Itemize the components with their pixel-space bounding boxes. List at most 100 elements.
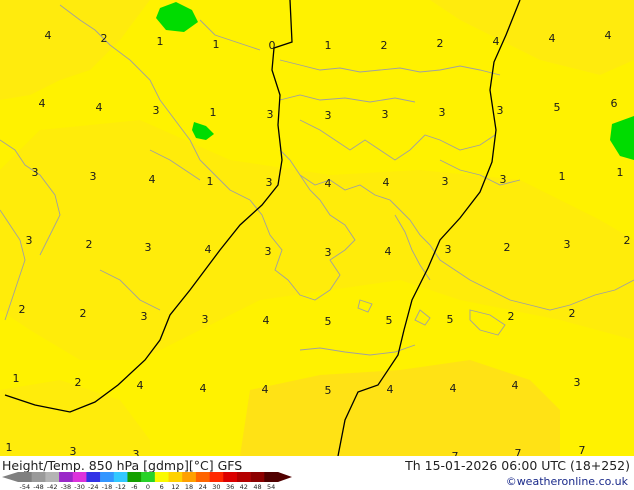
temperature-value: 3 bbox=[266, 176, 273, 189]
scale-swatch bbox=[264, 472, 279, 482]
scale-swatch bbox=[223, 472, 238, 482]
temperature-map: 4 2 1 1 0 1 2 2 4 4 4 4 4 3 1 3 3 3 3 3 5 6 3 3 4 1 3 4 4 3 3 1 1 3 2 3 4 3 3 4… bbox=[0, 0, 634, 456]
temperature-value: 3 bbox=[267, 108, 274, 121]
temperature-value: 3 bbox=[26, 234, 33, 247]
temperature-value: 3 bbox=[382, 108, 389, 121]
temperature-value: 3 bbox=[442, 175, 449, 188]
scale-swatch bbox=[195, 472, 210, 482]
scale-swatch bbox=[168, 472, 183, 482]
temperature-value: 4 bbox=[383, 176, 390, 189]
temperature-value: 4 bbox=[387, 383, 394, 396]
scale-tick-label: -54 bbox=[20, 483, 31, 490]
temperature-value: 4 bbox=[605, 29, 612, 42]
temperature-value: 3 bbox=[564, 238, 571, 251]
scale-swatch bbox=[113, 472, 128, 482]
scale-tick-label: -48 bbox=[33, 483, 44, 490]
scale-swatch bbox=[236, 472, 251, 482]
temperature-value: 7 bbox=[579, 444, 586, 456]
temperature-value: 4 bbox=[385, 245, 392, 258]
scale-tick-label: -18 bbox=[102, 483, 113, 490]
temperature-value: 4 bbox=[262, 383, 269, 396]
temperature-value: 4 bbox=[45, 29, 52, 42]
temperature-value: 6 bbox=[611, 97, 618, 110]
temperature-value: 3 bbox=[325, 246, 332, 259]
temperature-value: 2 bbox=[504, 241, 511, 254]
scale-tick-label: -30 bbox=[74, 483, 85, 490]
temperature-value: 5 bbox=[554, 101, 561, 114]
temperature-value: 1 bbox=[210, 106, 217, 119]
temperature-value: 3 bbox=[141, 310, 148, 323]
temperature-value: 2 bbox=[19, 303, 26, 316]
temperature-value: 2 bbox=[381, 39, 388, 52]
scale-tick-label: -12 bbox=[115, 483, 126, 490]
temperature-value: 3 bbox=[497, 104, 504, 117]
color-scale: -54 -48 -42 -38 -30 -24 -18 -12 -6 0 6 12 18 24 30 36 42… bbox=[2, 472, 292, 490]
temperature-value: 3 bbox=[325, 109, 332, 122]
scale-tick-label: 24 bbox=[199, 483, 207, 490]
temperature-value: 5 bbox=[386, 314, 393, 327]
temperature-value: 2 bbox=[624, 234, 631, 247]
scale-swatch bbox=[141, 472, 156, 482]
temperature-value: 5 bbox=[447, 313, 454, 326]
forecast-time: Th 15-01-2026 06:00 UTC (18+252) bbox=[405, 458, 630, 473]
temperature-value: 4 bbox=[549, 32, 556, 45]
temperature-value: 3 bbox=[70, 445, 77, 456]
temperature-value: 1 bbox=[325, 39, 332, 52]
temperature-value: 0 bbox=[269, 39, 276, 52]
temperature-value: 4 bbox=[325, 177, 332, 190]
scale-tick-label: 48 bbox=[253, 483, 261, 490]
temperature-value: 1 bbox=[13, 372, 20, 385]
scale-tick-label: 12 bbox=[171, 483, 179, 490]
scale-swatch bbox=[86, 472, 101, 482]
temperature-value: 1 bbox=[207, 175, 214, 188]
temperature-value: 2 bbox=[569, 307, 576, 320]
map-footer: Height/Temp. 850 hPa [gdmp][°C] GFS Th 1… bbox=[0, 456, 634, 490]
color-scale-ticks: -54 -48 -42 -38 -30 -24 -18 -12 -6 0 6 12 18 24 30 36 42… bbox=[20, 483, 276, 490]
temperature-value: 1 bbox=[617, 166, 624, 179]
scale-tick-label: 54 bbox=[267, 483, 275, 490]
temperature-value: 1 bbox=[6, 441, 13, 454]
scale-tick-label: 6 bbox=[160, 483, 164, 490]
scale-tick-label: 0 bbox=[146, 483, 150, 490]
temperature-value: 4 bbox=[263, 314, 270, 327]
temperature-value: 4 bbox=[200, 382, 207, 395]
temperature-value: 2 bbox=[86, 238, 93, 251]
temperature-value: 1 bbox=[157, 35, 164, 48]
temperature-value: 4 bbox=[96, 101, 103, 114]
temperature-value: 4 bbox=[512, 379, 519, 392]
scale-tick-label: -24 bbox=[88, 483, 99, 490]
color-scale-bars bbox=[2, 472, 292, 482]
temperature-value: 2 bbox=[75, 376, 82, 389]
temperature-value: 2 bbox=[80, 307, 87, 320]
temperature-value: 3 bbox=[445, 243, 452, 256]
temperature-value: 7 bbox=[515, 447, 522, 456]
scale-tick-label: 36 bbox=[226, 483, 234, 490]
temperature-value: 4 bbox=[450, 382, 457, 395]
credit-link[interactable]: ©weatheronline.co.uk bbox=[506, 475, 628, 488]
scale-tick-label: -6 bbox=[131, 483, 137, 490]
temperature-value: 1 bbox=[213, 38, 220, 51]
temperature-value: 2 bbox=[508, 310, 515, 323]
temperature-value: 3 bbox=[133, 448, 140, 456]
temperature-value: 4 bbox=[149, 173, 156, 186]
scale-tick-label: -42 bbox=[47, 483, 58, 490]
temperature-value: 3 bbox=[90, 170, 97, 183]
scale-swatch bbox=[154, 472, 169, 482]
temperature-value: 4 bbox=[493, 35, 500, 48]
scale-swatch bbox=[250, 472, 265, 482]
temperature-value: 3 bbox=[500, 173, 507, 186]
scale-tick-label: 30 bbox=[212, 483, 220, 490]
temperature-value: 3 bbox=[439, 106, 446, 119]
temperature-value: 5 bbox=[325, 384, 332, 397]
scale-swatch bbox=[18, 472, 32, 482]
scale-arrow-left bbox=[2, 472, 18, 482]
scale-swatch bbox=[100, 472, 115, 482]
scale-swatch bbox=[31, 472, 46, 482]
scale-tick-label: 18 bbox=[185, 483, 193, 490]
temperature-value: 4 bbox=[39, 97, 46, 110]
temperature-value: 2 bbox=[101, 32, 108, 45]
temperature-value: 3 bbox=[202, 313, 209, 326]
temperature-value: 3 bbox=[153, 104, 160, 117]
scale-swatch bbox=[45, 472, 60, 482]
temperature-value: 3 bbox=[32, 166, 39, 179]
